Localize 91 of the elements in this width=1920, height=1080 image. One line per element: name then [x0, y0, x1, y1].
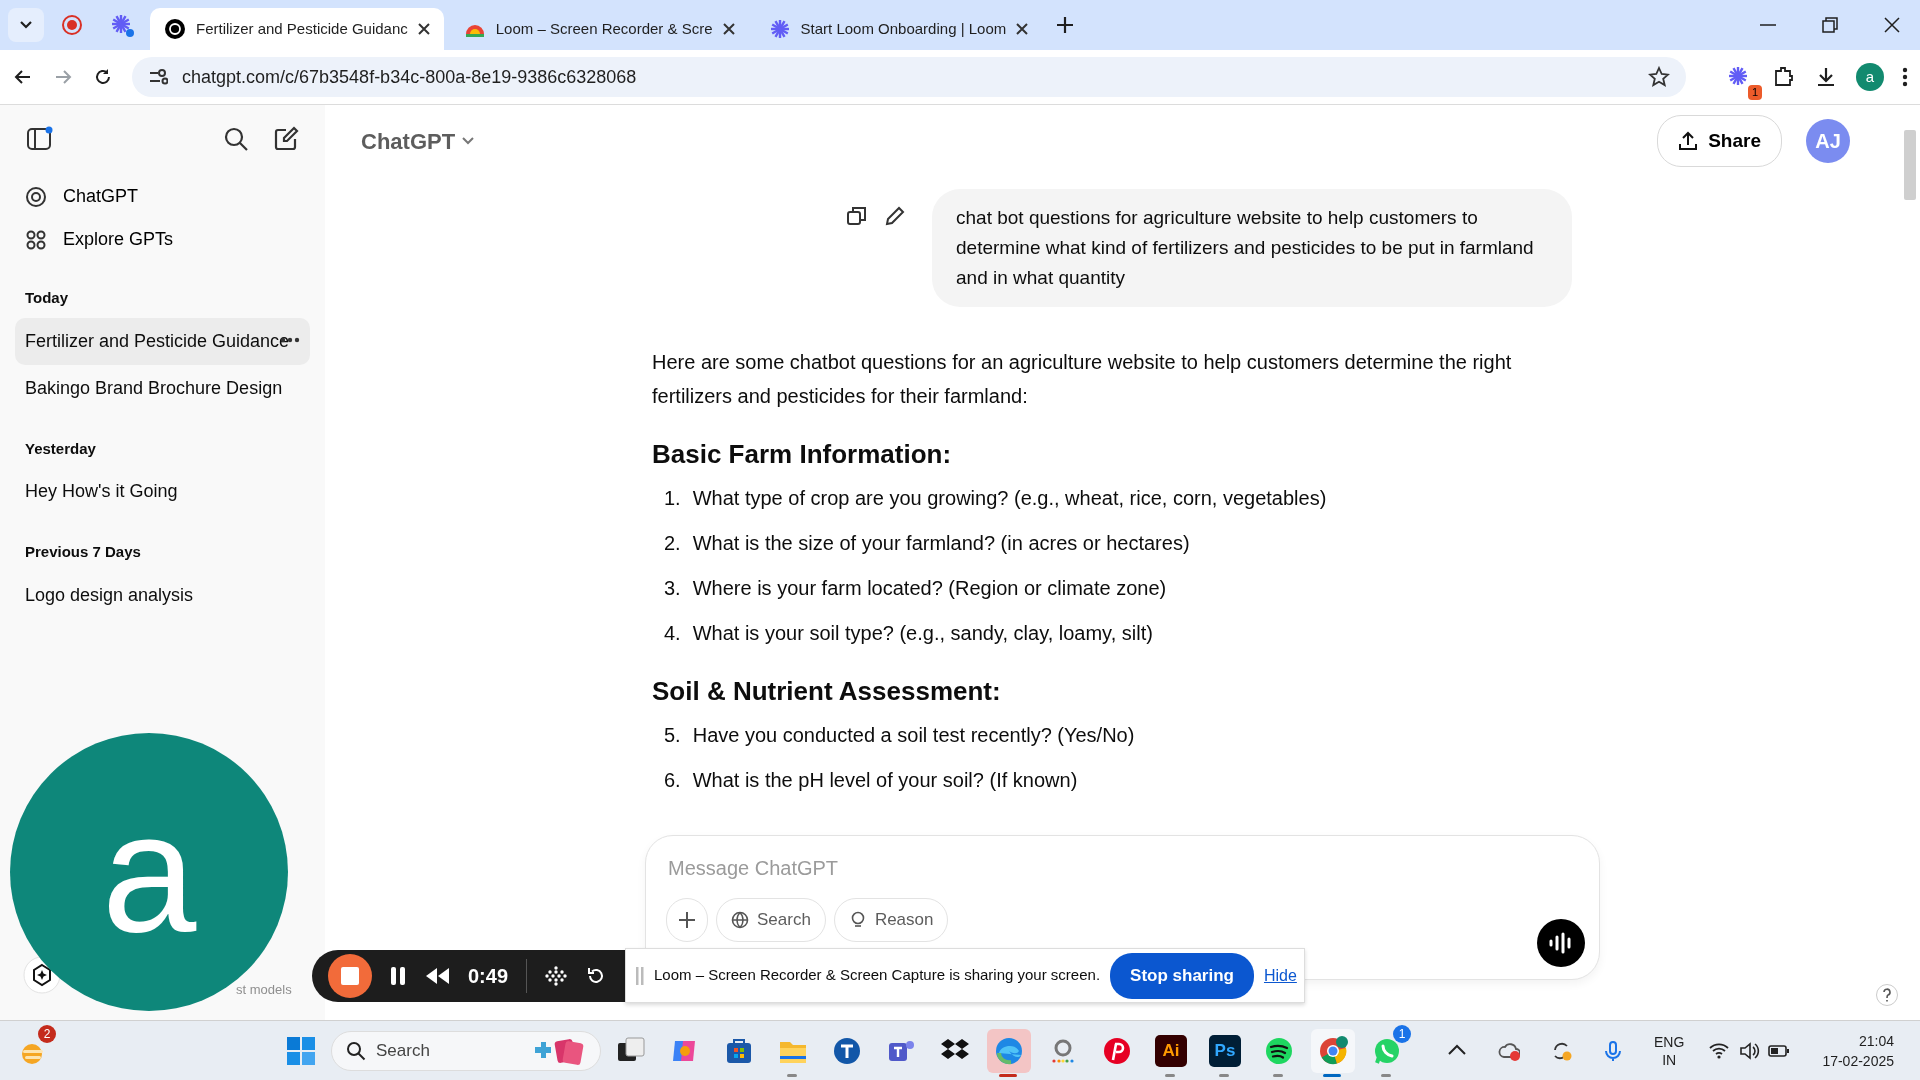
scrollbar-thumb[interactable]	[1904, 130, 1916, 200]
close-icon[interactable]	[417, 23, 430, 35]
search-icon[interactable]	[222, 125, 250, 153]
notification-count: 2	[38, 1024, 56, 1043]
chat-history-item[interactable]: Bakingo Brand Brochure Design	[15, 364, 310, 412]
chat-history-item[interactable]: Logo design analysis	[15, 571, 310, 619]
user-message: chat bot questions for agriculture website to help customers to determine what kind of fertilizers and pesticides to be put in farmland and in what quantity	[932, 189, 1572, 307]
windows-logo-icon	[286, 1035, 316, 1066]
list-number: 5.	[664, 723, 681, 748]
stop-sharing-button[interactable]: Stop sharing	[1110, 952, 1254, 999]
browser-circle-icon	[1317, 1034, 1349, 1067]
sharing-notice: Loom – Screen Recorder & Screen Capture is sharing your screen.	[654, 965, 1101, 986]
plus-icon	[1056, 16, 1075, 34]
sidebar-nav-item[interactable]: ChatGPT	[15, 175, 310, 218]
close-icon[interactable]	[1016, 23, 1029, 35]
question-mark-icon	[1882, 988, 1892, 1002]
list-number: 1.	[664, 486, 681, 511]
chat-history-item[interactable]: Hey How's it Going	[15, 468, 310, 515]
sound-wave-icon	[1548, 932, 1574, 954]
edit-pencil-icon[interactable]	[884, 205, 906, 227]
region-indicator[interactable]: IN	[1654, 1050, 1685, 1069]
tab-favicon-icon	[768, 18, 791, 40]
address-bar[interactable]: chatgpt.com/c/67b3548f-b34c-800a-8e19-9386c6328068	[132, 57, 1686, 97]
question-text: What is your soil type? (e.g., sandy, clay, loamy, silt)	[692, 621, 1153, 646]
sidebar-toggle-icon[interactable]	[25, 125, 53, 153]
minimize-icon	[1760, 24, 1776, 26]
upload-icon	[1678, 131, 1699, 151]
close-icon	[1884, 17, 1900, 33]
search-icon	[346, 1040, 366, 1061]
copy-icon[interactable]	[846, 205, 868, 227]
clock-date[interactable]: 17-02-2025	[1822, 1050, 1894, 1071]
new-chat-icon[interactable]	[272, 125, 300, 153]
puzzle-piece-icon[interactable]	[1772, 65, 1796, 89]
bookmark-star-icon[interactable]	[1648, 66, 1670, 88]
stop-recording-button[interactable]	[328, 954, 372, 998]
share-button[interactable]: Share	[1657, 115, 1782, 167]
voice-mode-button[interactable]	[1537, 919, 1585, 967]
attach-button[interactable]	[666, 898, 708, 942]
stop-icon	[340, 966, 360, 986]
notification-count: 1	[1393, 1024, 1411, 1043]
model-selector[interactable]: ChatGPT	[355, 123, 482, 159]
profile-avatar[interactable]: a	[1856, 63, 1884, 91]
recording-timer: 0:49	[468, 964, 509, 989]
section-heading: Basic Farm Information:	[652, 438, 953, 471]
question-text: What is the size of your farmland? (in acres or hectares)	[692, 531, 1190, 556]
list-number: 4.	[664, 621, 681, 646]
section-heading: Previous 7 Days	[24, 542, 142, 562]
chat-history-item[interactable]: Fertilizer and Pesticide Guidance	[15, 317, 310, 365]
question-text: Have you conducted a soil test recently? (Yes/No)	[692, 723, 1135, 748]
puzzle-cards-icon	[532, 1036, 586, 1065]
response-paragraph: Here are some chatbot questions for an agriculture website to help customers determine the right fertilizers and pesticides for their farmland:	[652, 350, 1513, 409]
tool-button[interactable]: Reason	[833, 898, 949, 942]
browser-tab[interactable]: Start Loom Onboarding | Loom	[754, 8, 1043, 50]
browser-tab[interactable]: Loom – Screen Recorder & Scre	[449, 8, 749, 50]
browser-tab[interactable]: Fertilizer and Pesticide Guidanc	[150, 8, 444, 50]
dot-grid-icon[interactable]	[545, 965, 568, 987]
clock-time[interactable]: 21:04	[1822, 1030, 1894, 1051]
close-icon[interactable]	[722, 23, 735, 35]
taskbar-search[interactable]: Search	[331, 1030, 601, 1071]
upgrade-subtitle: st models	[236, 981, 292, 999]
plus-icon	[679, 912, 695, 928]
language-indicator[interactable]: ENG	[1654, 1032, 1685, 1051]
more-options-icon[interactable]	[1902, 66, 1908, 88]
list-number: 2.	[664, 531, 681, 556]
restore-icon	[1822, 17, 1838, 33]
tab-favicon-icon	[164, 18, 186, 40]
section-heading: Soil & Nutrient Assessment:	[652, 675, 1002, 708]
site-settings-icon[interactable]	[148, 67, 168, 87]
question-text: Where is your farm located? (Region or climate zone)	[692, 576, 1167, 601]
rewind-icon[interactable]	[424, 966, 450, 986]
chevron-down-icon	[19, 20, 33, 30]
sidebar-nav-item[interactable]: Explore GPTs	[15, 218, 310, 261]
section-heading: Yesterday	[24, 438, 97, 459]
notification-count: 1	[1747, 85, 1762, 100]
tool-button[interactable]: Search	[716, 898, 826, 942]
nav-icon	[25, 228, 47, 251]
question-text: What is the pH level of your soil? (If known)	[692, 768, 1078, 793]
globe-icon	[731, 911, 749, 929]
question-text: What type of crop are you growing? (e.g., wheat, rice, corn, vegetables)	[692, 486, 1327, 511]
list-number: 3.	[664, 576, 681, 601]
message-input[interactable]: Message ChatGPT	[666, 852, 1579, 884]
nav-icon	[25, 185, 47, 208]
starburst-icon	[109, 12, 135, 38]
pause-icon[interactable]	[390, 966, 406, 986]
chevron-down-icon	[461, 136, 476, 146]
section-heading: Today	[24, 288, 70, 308]
hide-link[interactable]: Hide	[1263, 963, 1297, 988]
tab-search-button[interactable]	[8, 8, 44, 42]
drag-handle-icon[interactable]	[636, 966, 644, 985]
record-icon	[61, 14, 83, 36]
list-number: 6.	[664, 768, 681, 793]
